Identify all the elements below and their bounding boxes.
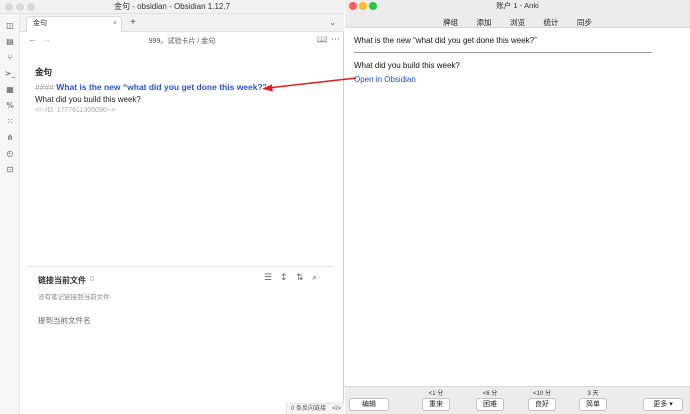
annotation-arrow-head <box>262 84 273 92</box>
annotation-arrow-line <box>267 77 357 89</box>
annotation-arrow <box>262 77 357 92</box>
